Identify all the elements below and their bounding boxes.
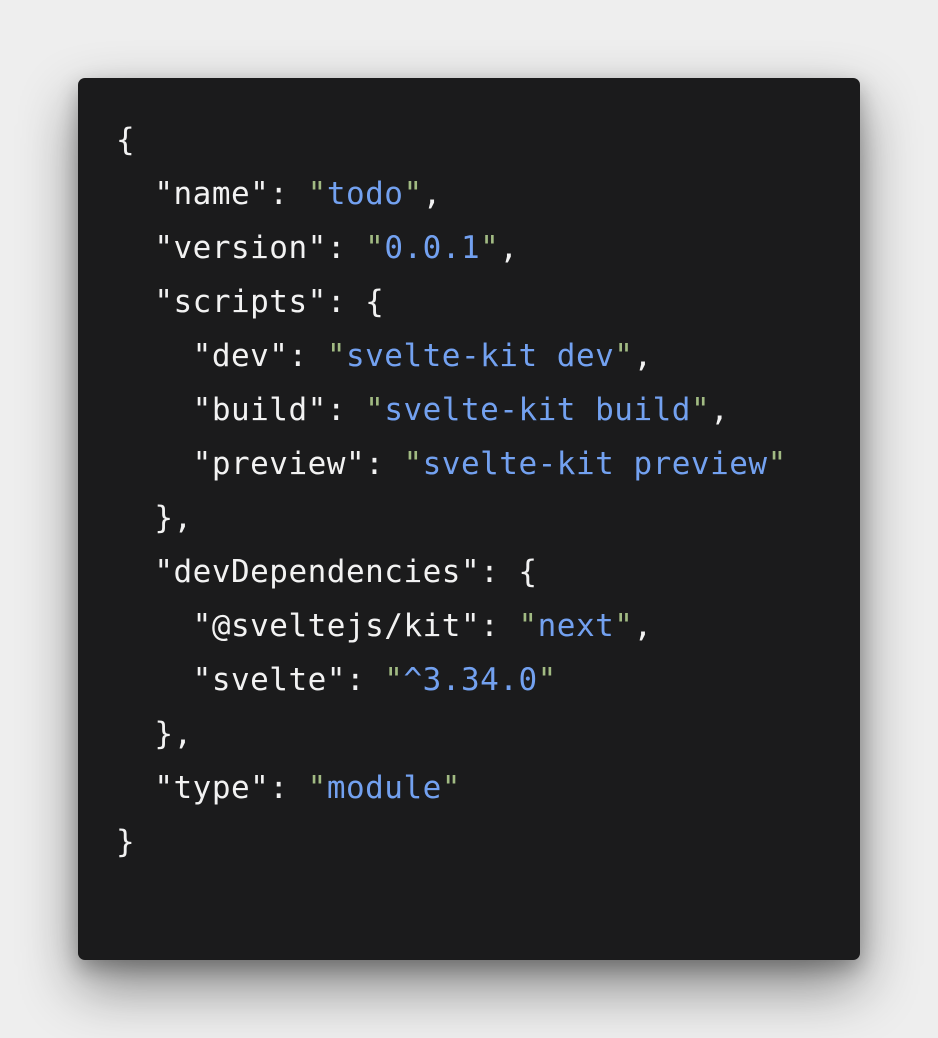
code-line-14: } [116,815,787,869]
json-key-version: "version" [154,230,327,266]
code-token: : { [326,284,385,320]
code-line-11: "svelte": "^3.34.0" [116,653,787,707]
json-key-sveltejs-kit: "@sveltejs/kit" [192,608,481,644]
code-token: , [633,338,653,374]
string-quote: " [690,392,711,428]
code-token: , [422,176,442,212]
json-key-dev: "dev" [192,338,289,374]
code-token: { [116,122,136,158]
json-key-build: "build" [192,392,327,428]
code-line-6: "build": "svelte-kit build", [116,383,787,437]
json-value-build: svelte-kit build [384,392,691,428]
code-token: : [480,608,519,644]
json-key-type: "type" [154,770,270,806]
code-line-2: "name": "todo", [116,167,787,221]
code-token: : [365,446,404,482]
code-window: { "name": "todo", "version": "0.0.1", "s… [78,78,860,960]
string-quote: " [518,608,538,644]
json-value-name: todo [326,176,404,212]
string-quote: " [365,392,385,428]
json-key-scripts: "scripts" [154,284,327,320]
string-quote: " [307,770,327,806]
code-line-12: }, [116,707,787,761]
string-quote: " [365,230,385,266]
string-quote: " [307,176,327,212]
json-key-svelte: "svelte" [192,662,346,698]
string-quote: " [614,608,634,644]
code-line-10: "@sveltejs/kit": "next", [116,599,787,653]
code-token: : [326,392,366,428]
string-quote: " [384,662,404,698]
code-line-4: "scripts": { [116,275,787,329]
string-quote: " [403,176,423,212]
string-quote: " [441,770,461,806]
code-token: }, [154,500,193,536]
json-value-svelte: ^3.34.0 [403,662,538,698]
code-token: }, [154,716,193,752]
string-quote: " [614,338,634,374]
json-key-name: "name" [154,176,270,212]
code-line-9: "devDependencies": { [116,545,787,599]
json-value-preview: svelte-kit preview [422,446,768,482]
json-value-dev: svelte-kit dev [345,338,615,374]
json-key-preview: "preview" [192,446,366,482]
code-token: : [269,770,308,806]
string-quote: " [767,446,787,482]
string-quote: " [480,230,500,266]
string-quote: " [403,446,423,482]
code-token: : { [480,554,538,590]
code-line-1: { [116,113,787,167]
code-token: : [269,176,308,212]
string-quote: " [537,662,557,698]
string-quote: " [326,338,346,374]
code-token: , [710,392,730,428]
json-key-devdependencies: "devDependencies" [154,554,481,590]
code-line-5: "dev": "svelte-kit dev", [116,329,787,383]
code-token: , [499,230,519,266]
code-token: : [288,338,327,374]
code-line-13: "type": "module" [116,761,787,815]
code-line-8: }, [116,491,787,545]
code-token: : [345,662,385,698]
code-token: , [633,608,653,644]
code-token: : [326,230,366,266]
json-value-sveltejs-kit: next [537,608,615,644]
code-line-3: "version": "0.0.1", [116,221,787,275]
code-token: } [116,824,136,860]
page-background: { "colors": { "background": "#eeeeee", "… [0,0,938,1038]
code-block: { "name": "todo", "version": "0.0.1", "s… [116,113,787,869]
code-line-7: "preview": "svelte-kit preview" [116,437,787,491]
json-value-type: module [326,770,442,806]
json-value-version: 0.0.1 [384,230,481,266]
